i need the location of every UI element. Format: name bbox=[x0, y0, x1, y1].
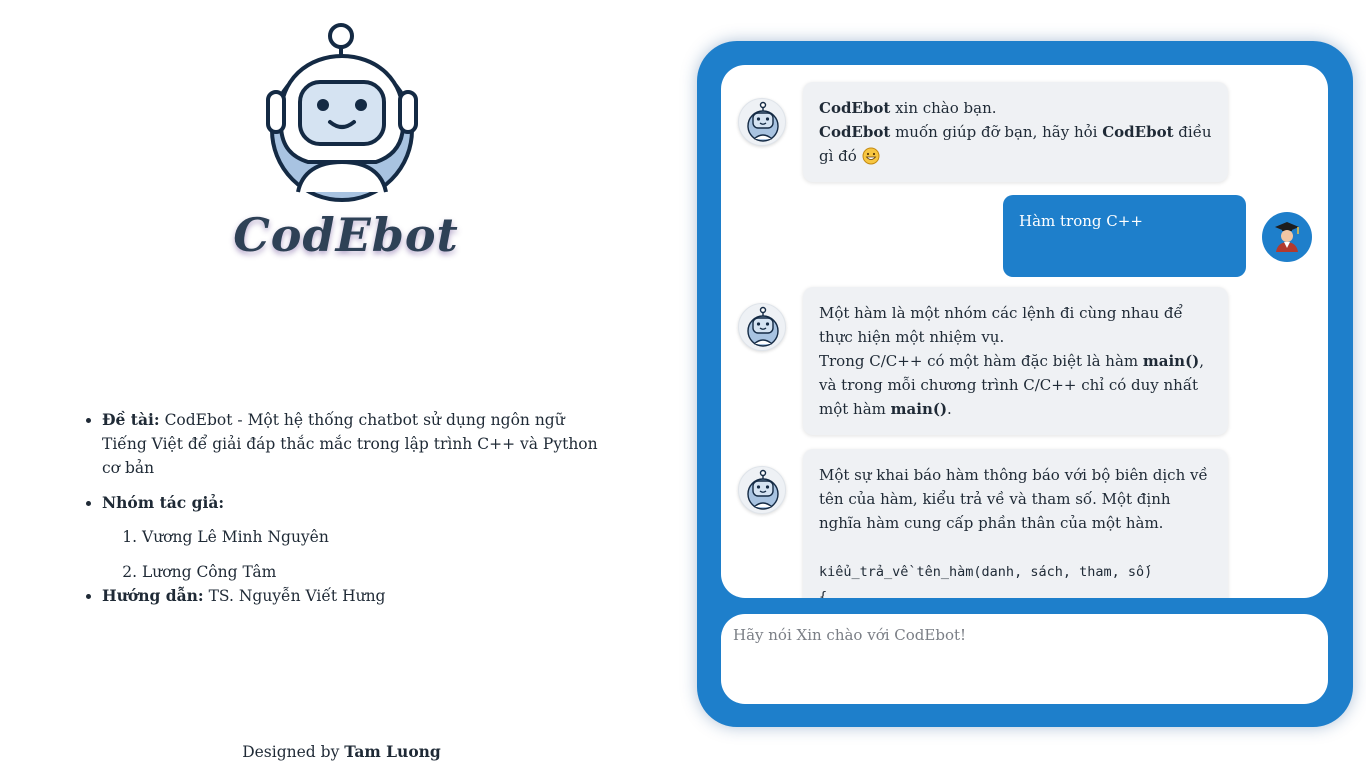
topic-label: Đề tài: bbox=[102, 410, 160, 429]
topic-text: CodEbot - Một hệ thống chatbot sử dụng n… bbox=[102, 411, 598, 477]
bot-name: CodEbot bbox=[819, 99, 891, 117]
message-text: Một sự khai báo hàm thông báo với bộ biê… bbox=[819, 466, 1208, 532]
bot-avatar bbox=[738, 303, 786, 351]
user-avatar bbox=[1262, 212, 1312, 262]
footer-prefix: Designed by bbox=[242, 743, 340, 761]
robot-icon bbox=[747, 306, 779, 347]
chat-window: CodEbot xin chào bạn. CodEbot muốn giúp … bbox=[697, 41, 1353, 727]
bot-avatar bbox=[738, 98, 786, 146]
message-text: xin chào bạn. bbox=[890, 99, 997, 117]
robot-logo-icon bbox=[266, 23, 418, 202]
footer-credit: Designed by Tam Luong bbox=[0, 742, 683, 761]
advisor-text: TS. Nguyễn Viết Hưng bbox=[208, 587, 386, 605]
code-line: kiểu_trả_về tên_hàm(danh, sách, tham, số… bbox=[819, 564, 1153, 580]
message-text: Hàm trong C++ bbox=[1019, 212, 1143, 230]
footer-author: Tam Luong bbox=[344, 742, 441, 761]
chat-messages[interactable]: CodEbot xin chào bạn. CodEbot muốn giúp … bbox=[721, 65, 1328, 598]
author-item: Lương Công Tâm bbox=[142, 560, 604, 584]
message-input[interactable] bbox=[721, 614, 1328, 704]
project-info: Đề tài: CodEbot - Một hệ thống chatbot s… bbox=[84, 408, 604, 619]
advisor-item: Hướng dẫn: TS. Nguyễn Viết Hưng bbox=[102, 584, 604, 608]
code-keyword: main() bbox=[890, 400, 948, 418]
authors-item: Nhóm tác giả: Vương Lê Minh Nguyên Lương… bbox=[102, 491, 604, 584]
graduate-user-icon bbox=[1275, 222, 1299, 252]
message-text: . bbox=[947, 400, 952, 418]
bot-message: Một hàm là một nhóm các lệnh đi cùng nha… bbox=[803, 287, 1228, 435]
author-item: Vương Lê Minh Nguyên bbox=[142, 525, 604, 549]
code-keyword: main() bbox=[1142, 352, 1200, 370]
bot-message: Một sự khai báo hàm thông báo với bộ biê… bbox=[803, 449, 1228, 598]
message-text: muốn giúp đỡ bạn, hãy hỏi bbox=[890, 123, 1103, 141]
code-line: { bbox=[819, 589, 828, 598]
robot-icon bbox=[747, 469, 779, 510]
message-text: Trong C/C++ có một hàm đặc biệt là hàm bbox=[819, 352, 1143, 370]
grinning-emoji-icon bbox=[862, 147, 880, 165]
advisor-label: Hướng dẫn: bbox=[102, 586, 204, 605]
authors-label: Nhóm tác giả: bbox=[102, 493, 225, 512]
brand-name: CodEbot bbox=[233, 208, 459, 262]
bot-message: CodEbot xin chào bạn. CodEbot muốn giúp … bbox=[803, 82, 1228, 182]
bot-avatar bbox=[738, 466, 786, 514]
message-text: Một hàm là một nhóm các lệnh đi cùng nha… bbox=[819, 304, 1183, 346]
bot-name: CodEbot bbox=[819, 123, 891, 141]
robot-icon bbox=[747, 101, 779, 142]
info-panel: CodEbot Đề tài: CodEbot - Một hệ thống c… bbox=[0, 0, 690, 768]
user-message: Hàm trong C++ bbox=[1003, 195, 1246, 277]
topic-item: Đề tài: CodEbot - Một hệ thống chatbot s… bbox=[102, 408, 604, 480]
bot-name: CodEbot bbox=[1102, 123, 1174, 141]
codebot-logo: CodEbot bbox=[226, 22, 466, 272]
